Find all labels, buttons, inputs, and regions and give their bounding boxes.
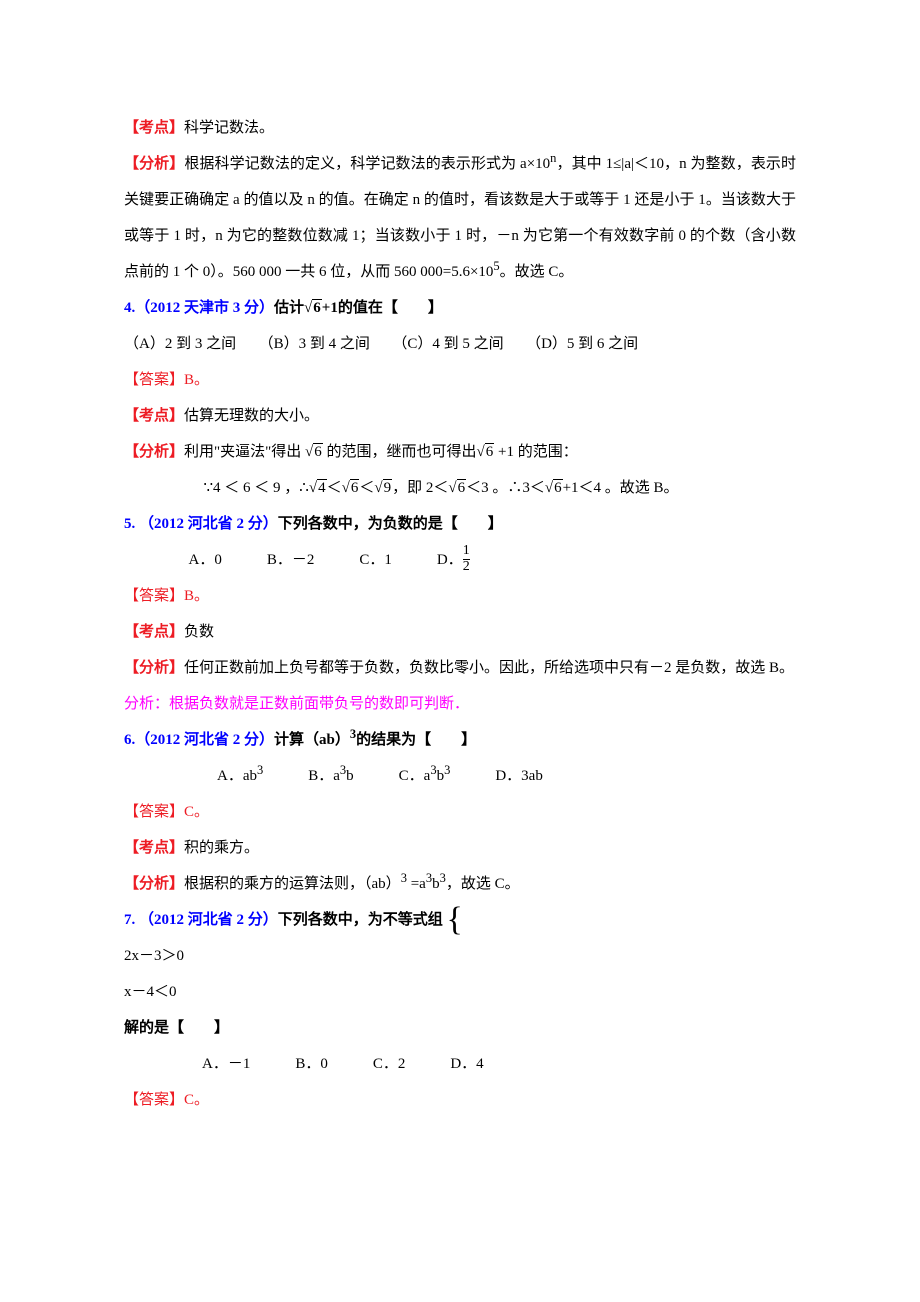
q4-sqrt6-a: 6: [350, 479, 360, 496]
sqrt-icon: √6: [305, 443, 323, 460]
q6-opt-b-post: b: [346, 768, 354, 784]
q4-title: 4.（2012 天津市 3 分）: [124, 300, 274, 316]
q4-line: 4.（2012 天津市 3 分）估计√6+1的值在【 】: [124, 290, 796, 326]
q6-stem-b: 的结果为【 】: [356, 732, 476, 748]
answer-label: 【答案】: [124, 588, 184, 604]
q6-title: 6.（2012 河北省 2 分）: [124, 732, 274, 748]
sqrt-icon: √6: [545, 479, 563, 496]
answer-label: 【答案】: [124, 372, 184, 388]
answer-label: 【答案】: [124, 1092, 184, 1108]
sec-a-fenxi-part2: ，其中 1≤|a|＜10，n 为整数，表示时关键要正确确定 a 的值以及 n 的…: [124, 156, 796, 280]
q4-fenxi-2: ∵4 ＜ 6 ＜ 9 ，∴√4＜√6＜√9，即 2＜√6＜3 。∴3＜√6+1＜…: [124, 470, 796, 506]
q7-title: 7. （2012 河北省 2 分）: [124, 912, 278, 928]
q7-options: A．－1 B．0 C．2 D．4: [124, 1046, 796, 1082]
q4-sqrt-val: 6: [312, 299, 322, 316]
fenxi-label: 【分析】: [124, 444, 184, 460]
q6-opt-d: D．3ab: [450, 768, 543, 784]
q7-line: 7. （2012 河北省 2 分）下列各数中，为不等式组 {: [124, 902, 796, 938]
q6-fx-d: ，故选 C。: [446, 876, 520, 892]
q4-answer: 【答案】B。: [124, 362, 796, 398]
q6-opt-a-pre: A．ab: [217, 768, 257, 784]
q5-options: A．0 B．－2 C．1 D．12: [124, 542, 796, 578]
q6-line: 6.（2012 河北省 2 分）计算（ab）3的结果为【 】: [124, 722, 796, 758]
q5-extra: 分析：根据负数就是正数前面带负号的数即可判断．: [124, 686, 796, 722]
fenxi-label: 【分析】: [124, 876, 184, 892]
q6-options: A．ab3 B．a3b C．a3b3 D．3ab: [124, 758, 796, 794]
sec-a-fenxi-part1: 根据科学记数法的定义，科学记数法的表示形式为 a×10: [184, 156, 550, 172]
q4-sqrt6-b: 6: [457, 479, 467, 496]
q6-fx-a: 根据积的乘方的运算法则，（ab）: [184, 876, 401, 892]
q4-kaodian-text: 估算无理数的大小。: [184, 408, 319, 424]
q4-fx-c: +1 的范围：: [494, 444, 577, 460]
kaodian-label: 【考点】: [124, 408, 184, 424]
q5-frac-num: 1: [463, 544, 470, 559]
brace-icon: {: [447, 903, 463, 937]
sec-a-kaodian-text: 科学记数法。: [184, 120, 274, 136]
q4-sqrt4: 4: [317, 479, 327, 496]
q4-fenxi-1: 【分析】利用"夹逼法"得出 √6 的范围，继而也可得出√6 +1 的范围：: [124, 434, 796, 470]
sqrt-icon: √6: [448, 479, 466, 496]
q4-options: （A）2 到 3 之间 （B）3 到 4 之间 （C）4 到 5 之间 （D）5…: [124, 326, 796, 362]
q7-answer: 【答案】C。: [124, 1082, 796, 1118]
q4-l2-c: ＜: [359, 480, 374, 496]
q5-line: 5. （2012 河北省 2 分）下列各数中，为负数的是【 】: [124, 506, 796, 542]
q6-kaodian: 【考点】积的乘方。: [124, 830, 796, 866]
q4-answer-val: B。: [184, 372, 209, 388]
kaodian-label: 【考点】: [124, 840, 184, 856]
q7-stem-a: 下列各数中，为不等式组: [278, 912, 447, 928]
q4-sqrt6-c: 6: [553, 479, 563, 496]
sqrt-icon: √6: [342, 479, 360, 496]
q6-opt-b-pre: B．a: [263, 768, 340, 784]
q7-answer-val: C。: [184, 1092, 209, 1108]
sec-a-fenxi-part3: 。故选 C。: [500, 264, 574, 280]
sqrt-icon: √6: [304, 299, 322, 316]
q4-sqrt-a: 6: [313, 443, 323, 460]
q6-opt-c-pre: C．a: [354, 768, 431, 784]
sec-a-fenxi: 【分析】根据科学记数法的定义，科学记数法的表示形式为 a×10n，其中 1≤|a…: [124, 146, 796, 290]
q5-answer: 【答案】B。: [124, 578, 796, 614]
q5-opts-a: A．0 B．－2 C．1 D．: [189, 552, 463, 568]
q5-stem: 下列各数中，为负数的是【 】: [278, 516, 503, 532]
q5-frac-den: 2: [463, 559, 470, 575]
q4-l2-a: ∵4 ＜ 6 ＜ 9 ，∴: [204, 480, 309, 496]
q4-stem-a: 估计: [274, 300, 304, 316]
q4-fx-a: 利用"夹逼法"得出: [184, 444, 305, 460]
q4-sqrt9: 9: [383, 479, 393, 496]
q4-fx-b: 的范围，继而也可得出: [323, 444, 477, 460]
sqrt-icon: √6: [477, 443, 495, 460]
q5-title: 5. （2012 河北省 2 分）: [124, 516, 278, 532]
q4-sqrt-b: 6: [485, 443, 495, 460]
kaodian-label: 【考点】: [124, 624, 184, 640]
q5-answer-val: B。: [184, 588, 209, 604]
q4-l2-e: ＜3 。∴3＜: [466, 480, 545, 496]
q7-stem-b: 解的是【 】: [124, 1020, 229, 1036]
q5-fenxi: 【分析】任何正数前加上负号都等于负数，负数比零小。因此，所给选项中只有－2 是负…: [124, 650, 796, 686]
sqrt-icon: √9: [374, 479, 392, 496]
fraction-icon: 12: [463, 544, 470, 574]
fenxi-label: 【分析】: [124, 660, 184, 676]
sec-a-kaodian: 【考点】科学记数法。: [124, 110, 796, 146]
q6-fenxi: 【分析】根据积的乘方的运算法则，（ab）3 =a3b3，故选 C。: [124, 866, 796, 902]
q4-l2-f: +1＜4 。故选 B。: [563, 480, 679, 496]
q6-answer-val: C。: [184, 804, 209, 820]
sqrt-icon: √4: [309, 479, 327, 496]
q7-sys-line2: x－4＜0: [124, 974, 796, 1010]
q6-answer: 【答案】C。: [124, 794, 796, 830]
q6-stem-a: 计算（ab）: [274, 732, 350, 748]
q4-l2-d: ，即 2＜: [392, 480, 448, 496]
q5-kaodian: 【考点】负数: [124, 614, 796, 650]
q6-kaodian-text: 积的乘方。: [184, 840, 259, 856]
q5-fenxi-text: 任何正数前加上负号都等于负数，负数比零小。因此，所给选项中只有－2 是负数，故选…: [184, 660, 794, 676]
q5-kaodian-text: 负数: [184, 624, 214, 640]
q4-stem-b: +1的值在【 】: [322, 300, 443, 316]
q6-opt-c-mid: b: [437, 768, 445, 784]
q7-sys-line1: 2x－3＞0: [124, 938, 796, 974]
q4-l2-b: ＜: [327, 480, 342, 496]
fenxi-label: 【分析】: [124, 156, 184, 172]
q4-kaodian: 【考点】估算无理数的大小。: [124, 398, 796, 434]
q6-fx-c: b: [432, 876, 440, 892]
q6-fx-b: =a: [407, 876, 426, 892]
answer-label: 【答案】: [124, 804, 184, 820]
kaodian-label: 【考点】: [124, 120, 184, 136]
